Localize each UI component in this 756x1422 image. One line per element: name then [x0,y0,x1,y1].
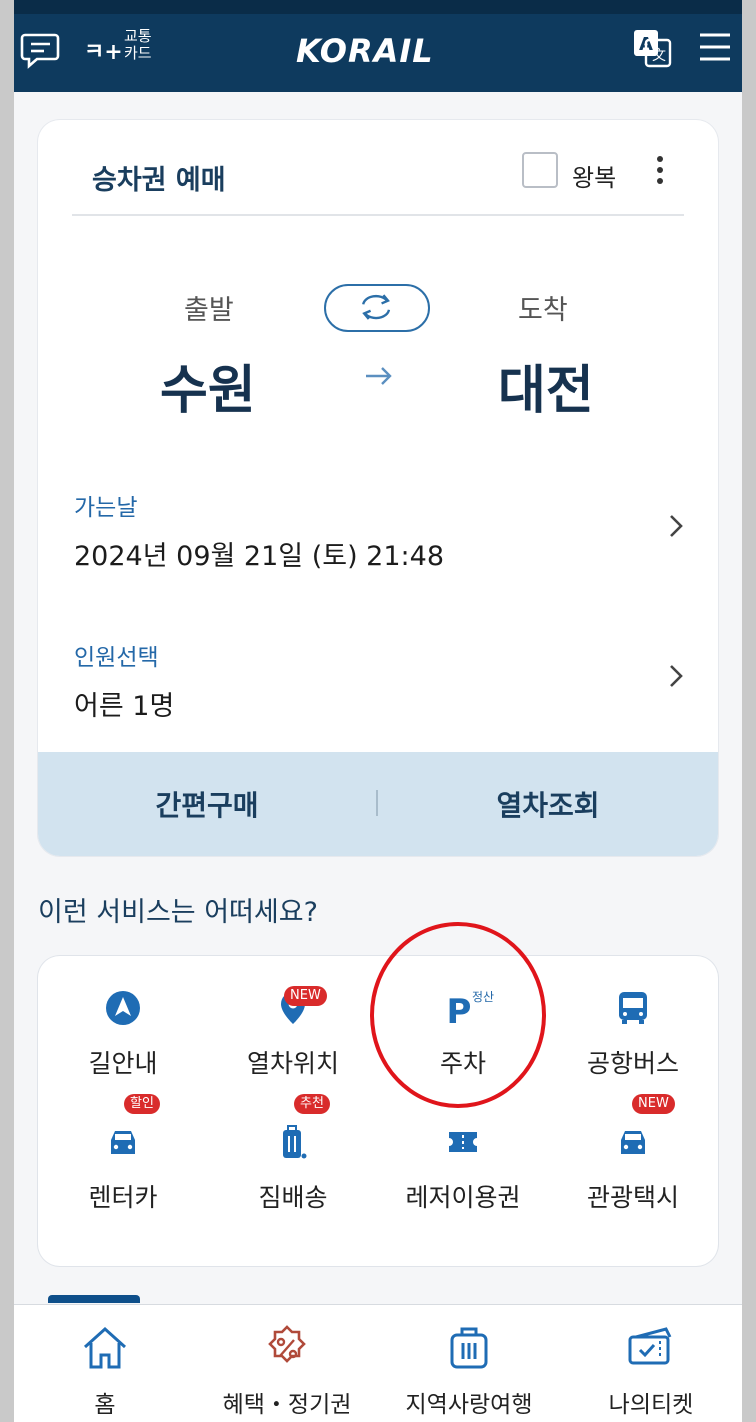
car-icon [111,1131,135,1154]
nav-label: 지역사랑여행 [405,1392,533,1418]
service-label: 공항버스 [586,1049,679,1078]
quick-buy-button[interactable]: 간편구매 [38,752,376,856]
departure-date-value[interactable]: 2024년 09월 21일 (토) 21:48 [74,534,444,573]
discount-icon [268,1325,306,1363]
service-luggage-delivery[interactable]: 추천 짐배송 [208,1094,378,1212]
roundtrip-label[interactable]: 왕복 [572,158,616,193]
korail-logo: KORAIL [296,32,434,70]
more-options-icon[interactable] [648,152,672,188]
nav-label: 홈 [94,1392,116,1418]
departure-date-label: 가는날 [74,495,138,521]
services-title: 이런 서비스는 어떠세요? [38,897,318,928]
roundtrip-checkbox[interactable] [522,152,558,188]
arrival-station[interactable]: 대전 [498,348,594,423]
nav-benefits[interactable]: 혜택・정기권 [196,1305,378,1422]
service-train-location[interactable]: NEW 열차위치 [208,964,378,1078]
svg-text:文: 文 [652,48,666,64]
taxi-icon [621,1131,645,1154]
departure-station[interactable]: 수원 [160,348,256,423]
arrival-label: 도착 [518,295,568,326]
passenger-value[interactable]: 어른 1명 [74,684,174,723]
recommend-badge: 추천 [294,1094,330,1114]
bus-icon [619,992,647,1024]
my-ticket-icon [628,1327,672,1365]
transport-card-label: 교통 카드 [124,27,152,62]
service-label: 길안내 [88,1049,158,1078]
service-label: 레저이용권 [405,1183,521,1212]
service-label: 관광택시 [586,1183,679,1212]
service-navigation[interactable]: 길안내 [38,964,208,1078]
services-card: 길안내 NEW 열차위치 P 정산 주차 공항버스 할인 렌터카 추천 짐배송 … [38,956,718,1266]
service-leisure-ticket[interactable]: 레저이용권 [378,1098,548,1212]
discount-badge: 할인 [124,1094,160,1114]
service-label: 열차위치 [246,1049,339,1078]
divider [72,214,684,216]
top-header: ㅋ+ 교통 카드 KORAIL A 文 [14,0,742,92]
svg-text:P: P [447,992,472,1028]
service-label: 렌터카 [88,1183,158,1212]
departure-label: 출발 [184,295,234,326]
nav-home[interactable]: 홈 [14,1305,196,1422]
search-train-button[interactable]: 열차조회 [378,752,718,856]
nav-local-travel[interactable]: 지역사랑여행 [378,1305,560,1422]
booking-title: 승차권 예매 [92,165,226,196]
nav-label: 혜택・정기권 [222,1392,352,1418]
ticket-booking-card: 승차권 예매 왕복 출발 도착 수원 대전 가는날 2024년 09월 21일 … [38,120,718,856]
navigation-icon [106,991,140,1025]
passenger-label: 인원선택 [74,645,159,671]
ticket-icon [449,1132,477,1152]
bottom-navigation: 홈 혜택・정기권 지역사랑여행 나의티켓 [14,1295,742,1422]
transport-card-icon: ㅋ+ [84,39,123,65]
translate-icon[interactable]: A 文 [632,28,672,68]
service-rent-car[interactable]: 할인 렌터카 [38,1094,208,1212]
service-airport-bus[interactable]: 공항버스 [548,964,718,1078]
home-icon [83,1326,127,1369]
suitcase-icon [450,1327,488,1369]
active-tab-indicator [48,1295,140,1303]
chevron-right-icon[interactable] [666,662,686,690]
luggage-icon [283,1125,307,1159]
transport-card-button[interactable]: ㅋ+ 교통 카드 [84,26,164,70]
nav-my-ticket[interactable]: 나의티켓 [560,1305,742,1422]
app-screen: ㅋ+ 교통 카드 KORAIL A 文 승차권 예매 왕복 출발 도착 수원 대… [14,0,742,1422]
chevron-right-icon[interactable] [666,512,686,540]
hamburger-menu-icon[interactable] [698,30,732,64]
service-label: 짐배송 [258,1183,328,1212]
service-label: 주차 [439,1049,486,1078]
settlement-label: 정산 [472,990,495,1004]
service-tour-taxi[interactable]: NEW 관광택시 [548,1094,718,1212]
booking-action-bar: 간편구매 열차조회 [38,752,718,856]
swap-stations-button[interactable] [324,284,430,332]
service-parking[interactable]: P 정산 주차 [378,964,548,1078]
swap-icon [362,294,391,320]
chat-icon[interactable] [20,28,64,72]
nav-label: 나의티켓 [608,1392,694,1418]
new-badge: NEW [632,1094,675,1114]
new-badge: NEW [284,986,327,1006]
arrow-right-icon [366,367,392,385]
